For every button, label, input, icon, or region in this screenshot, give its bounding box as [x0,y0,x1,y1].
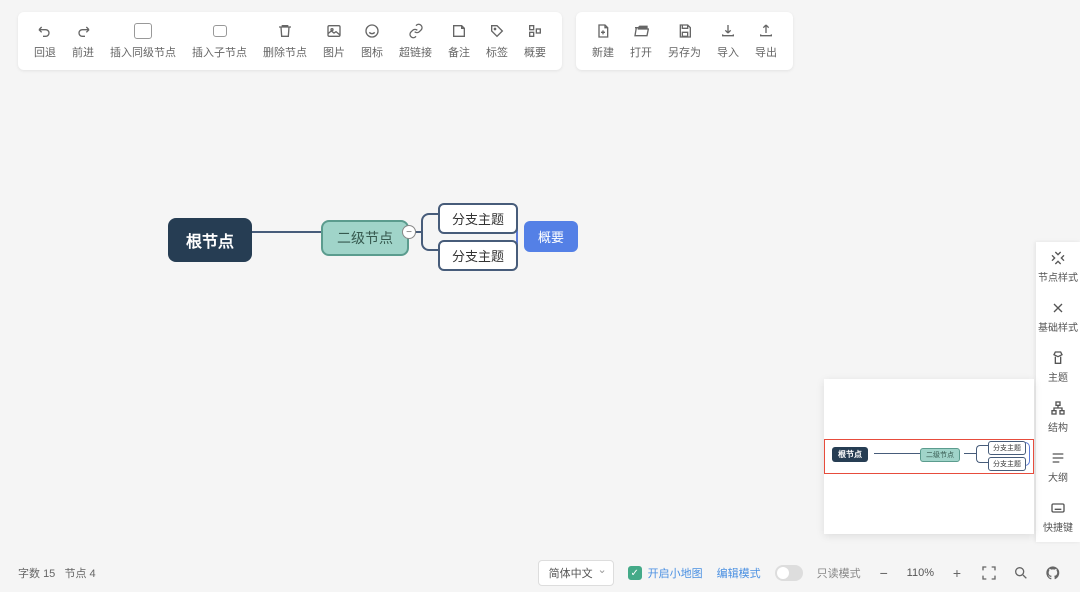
base-style-icon [1050,300,1066,316]
image-button[interactable]: 图片 [317,20,351,62]
new-file-icon [594,22,612,40]
icon-button[interactable]: 图标 [355,20,389,62]
note-button[interactable]: 备注 [442,20,476,62]
link-icon [407,22,425,40]
node-style-icon [1050,250,1066,266]
language-select[interactable]: 简体中文 [538,560,614,586]
branch-node[interactable]: 分支主题 [438,240,518,271]
github-button[interactable] [1044,564,1062,582]
image-icon [325,22,343,40]
level2-node[interactable]: 二级节点 [321,220,409,256]
minimap-viewport[interactable] [824,439,1034,474]
zoom-out-button[interactable]: − [875,564,893,582]
toolbar-file-group: 新建 打开 另存为 导入 导出 [576,12,793,70]
outline-icon [1050,450,1066,466]
search-button[interactable] [1012,564,1030,582]
theme-button[interactable]: 主题 [1036,342,1080,392]
import-icon [719,22,737,40]
export-icon [757,22,775,40]
open-button[interactable]: 打开 [624,20,658,62]
minimap-checkbox[interactable]: ✓ [628,566,642,580]
export-button[interactable]: 导出 [749,20,783,62]
redo-button[interactable]: 前进 [66,20,100,62]
summary-node[interactable]: 概要 [524,221,578,252]
outline-button[interactable]: 大纲 [1036,442,1080,492]
toolbar: 回退 前进 插入同级节点 插入子节点 删除节点 图片 图标 超链接 备注 标签 … [18,12,793,70]
status-bar: 字数 15 节点 4 简体中文 ✓ 开启小地图 编辑模式 只读模式 − 110%… [0,554,1080,592]
keyboard-icon [1050,500,1066,516]
root-node[interactable]: 根节点 [168,218,252,262]
save-as-button[interactable]: 另存为 [662,20,707,62]
emoji-icon [363,22,381,40]
insert-child-button[interactable]: 插入子节点 [186,20,253,62]
zoom-in-button[interactable]: + [948,564,966,582]
theme-icon [1050,350,1066,366]
save-icon [676,22,694,40]
insert-sibling-button[interactable]: 插入同级节点 [104,20,182,62]
trash-icon [276,22,294,40]
connector-fork [421,213,439,251]
undo-icon [36,22,54,40]
edit-mode-label: 编辑模式 [717,565,761,581]
collapse-toggle[interactable]: − [402,225,416,239]
delete-node-button[interactable]: 删除节点 [257,20,313,62]
structure-icon [1050,400,1066,416]
sibling-node-icon [134,22,152,40]
zoom-value: 110% [907,567,934,579]
note-icon [450,22,468,40]
minimap-label: 开启小地图 [648,565,703,581]
node-style-button[interactable]: 节点样式 [1036,242,1080,292]
child-node-icon [211,22,229,40]
undo-button[interactable]: 回退 [28,20,62,62]
structure-button[interactable]: 结构 [1036,392,1080,442]
mode-toggle[interactable] [775,565,803,581]
hyperlink-button[interactable]: 超链接 [393,20,438,62]
connector [248,231,321,233]
toolbar-edit-group: 回退 前进 插入同级节点 插入子节点 删除节点 图片 图标 超链接 备注 标签 … [18,12,562,70]
summary-button[interactable]: 概要 [518,20,552,62]
base-style-button[interactable]: 基础样式 [1036,292,1080,342]
minimap[interactable]: 根节点 二级节点 分支主题 分支主题 [824,379,1034,534]
summary-icon [526,22,544,40]
status-counts: 字数 15 节点 4 [18,565,96,581]
import-button[interactable]: 导入 [711,20,745,62]
shortcut-button[interactable]: 快捷键 [1036,492,1080,542]
tag-icon [488,22,506,40]
fit-screen-button[interactable] [980,564,998,582]
side-panel: 节点样式 基础样式 主题 结构 大纲 快捷键 [1036,242,1080,542]
folder-open-icon [632,22,650,40]
tag-button[interactable]: 标签 [480,20,514,62]
status-controls: 简体中文 ✓ 开启小地图 编辑模式 只读模式 − 110% + [538,560,1062,586]
branch-node[interactable]: 分支主题 [438,203,518,234]
new-button[interactable]: 新建 [586,20,620,62]
readonly-mode-label: 只读模式 [817,565,861,581]
redo-icon [74,22,92,40]
